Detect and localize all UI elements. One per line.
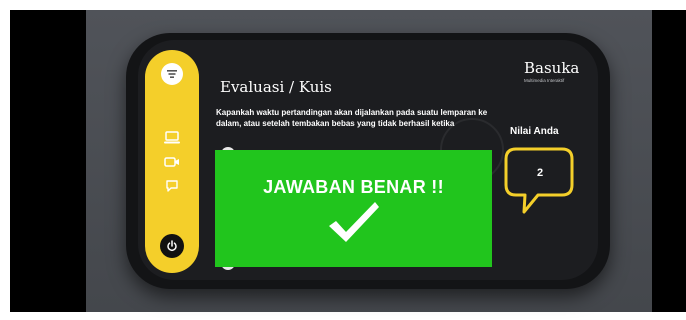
feedback-message: JAWABAN BENAR !! — [263, 177, 444, 197]
power-icon — [167, 240, 177, 252]
score-value: 2 — [536, 167, 544, 179]
laptop-icon[interactable] — [163, 131, 181, 145]
brand-logo: Basuka Multimedia Interaktif — [524, 60, 580, 86]
question-text: Kapankah waktu pertandingan akan dijalan… — [216, 108, 488, 128]
letterbox-right — [652, 10, 686, 312]
checkmark-icon — [329, 202, 379, 242]
letterbox-left — [10, 10, 86, 312]
brand-name: Basuka — [524, 60, 580, 77]
score-bubble — [504, 147, 574, 214]
brand-subtitle: Multimedia Interaktif — [524, 78, 565, 83]
video-icon[interactable] — [163, 155, 181, 169]
score-label: Nilai Anda — [510, 126, 559, 137]
power-button[interactable] — [160, 234, 184, 258]
page-title: Evaluasi / Kuis — [220, 78, 332, 96]
correct-answer-overlay: JAWABAN BENAR !! — [215, 150, 492, 267]
chat-icon[interactable] — [163, 179, 181, 193]
menu-icon[interactable] — [161, 63, 183, 85]
